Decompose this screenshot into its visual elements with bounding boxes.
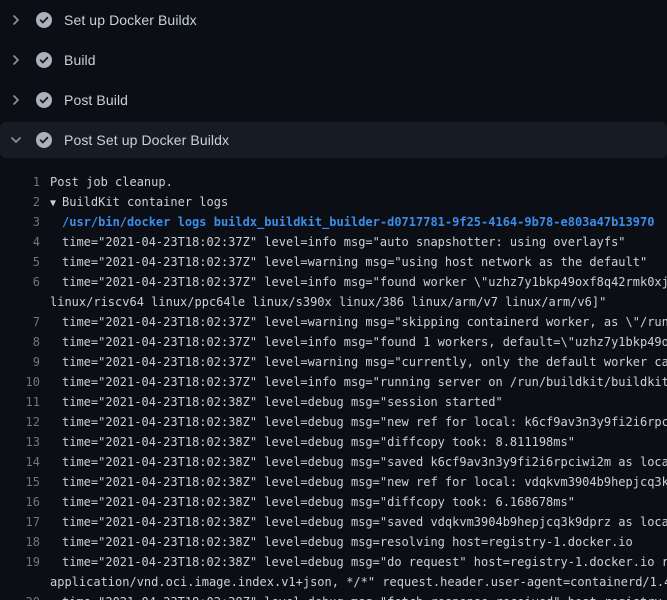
log-line-text: time="2021-04-23T18:02:38Z" level=debug …	[40, 512, 667, 532]
log-line-text: time="2021-04-23T18:02:38Z" level=debug …	[40, 492, 667, 512]
log-line: 20time="2021-04-23T18:02:38Z" level=debu…	[0, 592, 667, 600]
log-line-number[interactable]: 1	[0, 172, 40, 192]
log-line-text: application/vnd.oci.image.index.v1+json,…	[40, 572, 667, 592]
log-line: 2▼BuildKit container logs	[0, 192, 667, 212]
log-line: 5time="2021-04-23T18:02:37Z" level=warni…	[0, 252, 667, 272]
log-line-number[interactable]: 18	[0, 532, 40, 552]
log-line-continuation: application/vnd.oci.image.index.v1+json,…	[0, 572, 667, 592]
log-line-number	[0, 292, 40, 312]
log-line: 9time="2021-04-23T18:02:37Z" level=warni…	[0, 352, 667, 372]
chevron-right-icon	[8, 92, 24, 108]
group-expanded-triangle-icon: ▼	[50, 194, 62, 212]
log-line-text: time="2021-04-23T18:02:38Z" level=debug …	[40, 432, 667, 452]
log-group-toggle[interactable]: ▼BuildKit container logs	[40, 192, 667, 212]
log-line-number[interactable]: 20	[0, 592, 40, 600]
log-line-text: time="2021-04-23T18:02:37Z" level=info m…	[40, 232, 667, 252]
log-line-text: time="2021-04-23T18:02:37Z" level=info m…	[40, 372, 667, 392]
log-line: 4time="2021-04-23T18:02:37Z" level=info …	[0, 232, 667, 252]
log-line-number[interactable]: 2	[0, 192, 40, 212]
log-line: 17time="2021-04-23T18:02:38Z" level=debu…	[0, 512, 667, 532]
log-line-text: time="2021-04-23T18:02:37Z" level=info m…	[40, 272, 667, 292]
step-header-post-set-up-docker-buildx[interactable]: Post Set up Docker Buildx	[0, 122, 667, 158]
check-circle-icon	[36, 12, 52, 28]
log-line-number[interactable]: 6	[0, 272, 40, 292]
log-line-number[interactable]: 15	[0, 472, 40, 492]
log-line-text: time="2021-04-23T18:02:38Z" level=debug …	[40, 472, 667, 492]
chevron-down-icon	[8, 132, 24, 148]
log-line: 10time="2021-04-23T18:02:37Z" level=info…	[0, 372, 667, 392]
log-line-number[interactable]: 3	[0, 212, 40, 232]
log-area: 1Post job cleanup.2▼BuildKit container l…	[0, 160, 667, 600]
log-line-text: time="2021-04-23T18:02:38Z" level=debug …	[40, 592, 667, 600]
log-line-text: time="2021-04-23T18:02:38Z" level=debug …	[40, 412, 667, 432]
log-line-text: linux/riscv64 linux/ppc64le linux/s390x …	[40, 292, 667, 312]
check-circle-icon	[36, 52, 52, 68]
log-line-text: time="2021-04-23T18:02:37Z" level=info m…	[40, 332, 667, 352]
workflow-log-viewer: Set up Docker Buildx Build Post Build Post …	[0, 0, 667, 600]
check-circle-icon	[36, 92, 52, 108]
step-header-post-build[interactable]: Post Build	[0, 80, 667, 120]
chevron-right-icon	[8, 52, 24, 68]
log-line: 16time="2021-04-23T18:02:38Z" level=debu…	[0, 492, 667, 512]
log-line-text: time="2021-04-23T18:02:37Z" level=warnin…	[40, 252, 667, 272]
log-line: 1Post job cleanup.	[0, 172, 667, 192]
check-circle-icon	[36, 132, 52, 148]
log-line-continuation: linux/riscv64 linux/ppc64le linux/s390x …	[0, 292, 667, 312]
log-line-number[interactable]: 8	[0, 332, 40, 352]
log-line-number[interactable]: 11	[0, 392, 40, 412]
log-line-text: time="2021-04-23T18:02:38Z" level=debug …	[40, 532, 667, 552]
log-line-number[interactable]: 19	[0, 552, 40, 572]
log-line: 19time="2021-04-23T18:02:38Z" level=debu…	[0, 552, 667, 572]
log-line-number[interactable]: 13	[0, 432, 40, 452]
log-line-number[interactable]: 12	[0, 412, 40, 432]
steps-list: Set up Docker Buildx Build Post Build Post …	[0, 0, 667, 158]
log-line-number[interactable]: 16	[0, 492, 40, 512]
log-line-number[interactable]: 14	[0, 452, 40, 472]
step-label: Build	[64, 52, 96, 68]
log-line-text: time="2021-04-23T18:02:37Z" level=warnin…	[40, 312, 667, 332]
log-line: 7time="2021-04-23T18:02:37Z" level=warni…	[0, 312, 667, 332]
log-line: 14time="2021-04-23T18:02:38Z" level=debu…	[0, 452, 667, 472]
log-line: 6time="2021-04-23T18:02:37Z" level=info …	[0, 272, 667, 292]
log-line: 12time="2021-04-23T18:02:38Z" level=debu…	[0, 412, 667, 432]
step-label: Post Build	[64, 92, 128, 108]
log-line: 8time="2021-04-23T18:02:37Z" level=info …	[0, 332, 667, 352]
log-line-text: time="2021-04-23T18:02:38Z" level=debug …	[40, 392, 667, 412]
log-line-text: time="2021-04-23T18:02:38Z" level=debug …	[40, 552, 667, 572]
log-line: 11time="2021-04-23T18:02:38Z" level=debu…	[0, 392, 667, 412]
log-line-number[interactable]: 17	[0, 512, 40, 532]
step-label: Set up Docker Buildx	[64, 12, 197, 28]
log-line-number[interactable]: 5	[0, 252, 40, 272]
log-command-text: /usr/bin/docker logs buildx_buildkit_bui…	[40, 212, 667, 232]
log-line-number[interactable]: 4	[0, 232, 40, 252]
log-line: 13time="2021-04-23T18:02:38Z" level=debu…	[0, 432, 667, 452]
log-group-title: BuildKit container logs	[62, 195, 228, 209]
log-line-number[interactable]: 7	[0, 312, 40, 332]
log-line-text: Post job cleanup.	[40, 172, 667, 192]
log-line: 18time="2021-04-23T18:02:38Z" level=debu…	[0, 532, 667, 552]
log-line-text: time="2021-04-23T18:02:38Z" level=debug …	[40, 452, 667, 472]
log-line-number[interactable]: 9	[0, 352, 40, 372]
log-line-number[interactable]: 10	[0, 372, 40, 392]
log-line: 3/usr/bin/docker logs buildx_buildkit_bu…	[0, 212, 667, 232]
step-header-set-up-docker-buildx[interactable]: Set up Docker Buildx	[0, 0, 667, 40]
chevron-right-icon	[8, 12, 24, 28]
log-line-text: time="2021-04-23T18:02:37Z" level=warnin…	[40, 352, 667, 372]
step-header-build[interactable]: Build	[0, 40, 667, 80]
log-line: 15time="2021-04-23T18:02:38Z" level=debu…	[0, 472, 667, 492]
step-label: Post Set up Docker Buildx	[64, 132, 229, 148]
log-line-number	[0, 572, 40, 592]
